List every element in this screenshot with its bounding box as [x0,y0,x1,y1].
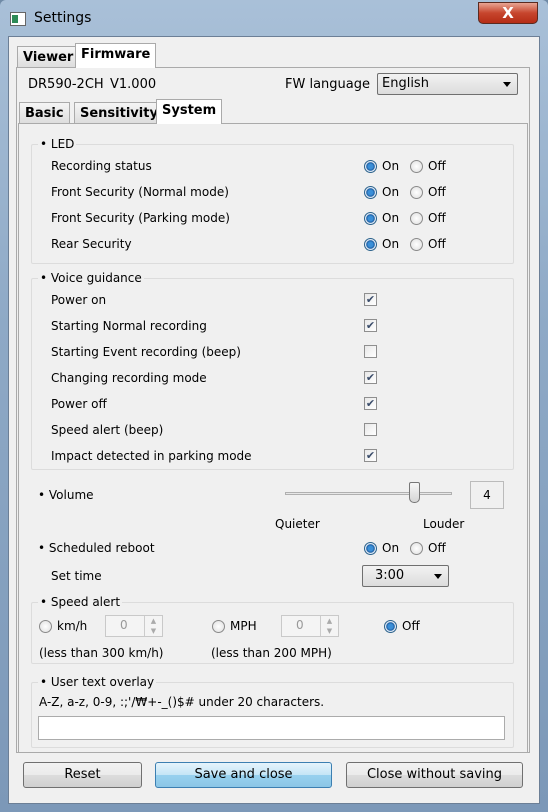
chevron-down-icon [434,574,442,579]
voice-item-checkbox[interactable] [364,345,377,358]
voice-item-label: Impact detected in parking mode [51,449,252,463]
voice-item-checkbox[interactable] [364,423,377,436]
voice-item-checkbox[interactable]: ✔ [364,371,377,384]
tab-firmware[interactable]: Firmware [75,43,157,68]
set-time-select[interactable]: 3:00 [362,565,449,587]
model-name: DR590-2CH [28,77,104,92]
mph-spinner[interactable]: 0 ▲ ▼ [281,615,339,637]
led-off-label: Off [428,185,446,199]
mph-radio[interactable] [212,620,225,633]
voice-item-label: Power on [51,293,107,307]
volume-slider-track[interactable] [285,492,452,495]
speed-off-label: Off [402,619,420,633]
kmh-label: km/h [57,619,88,633]
voice-item-checkbox[interactable]: ✔ [364,319,377,332]
volume-value: 4 [470,481,504,509]
voice-item-label: Starting Normal recording [51,319,207,333]
voice-item-label: Starting Event recording (beep) [51,345,241,359]
led-item-label: Recording status [51,159,152,173]
voice-item-checkbox[interactable]: ✔ [364,293,377,306]
tab-sensitivity[interactable]: Sensitivity [74,102,164,124]
fw-language-label: FW language [285,77,370,92]
mph-value: 0 [296,618,304,632]
led-on-radio[interactable] [364,212,377,225]
close-without-saving-button[interactable]: Close without saving [346,762,523,788]
kmh-radio[interactable] [39,620,52,633]
fw-language-select[interactable]: English [377,73,518,95]
reset-button[interactable]: Reset [23,762,142,788]
fw-language-value: English [382,76,429,91]
led-off-label: Off [428,237,446,251]
chevron-down-icon [503,82,511,87]
led-item-label: Rear Security [51,237,132,251]
reboot-off-label: Off [428,541,446,555]
tab-system[interactable]: System [156,99,223,124]
led-off-label: Off [428,211,446,225]
kmh-spinner[interactable]: 0 ▲ ▼ [105,615,163,637]
voice-item-label: Power off [51,397,107,411]
kmh-note: (less than 300 km/h) [39,646,164,660]
mph-label: MPH [230,619,257,633]
reboot-off-radio[interactable] [410,542,423,555]
overlay-title: • User text overlay [38,675,157,689]
app-icon [10,12,26,26]
mph-note: (less than 200 MPH) [211,646,332,660]
voice-item-label: Changing recording mode [51,371,207,385]
led-on-label: On [382,211,400,225]
quieter-label: Quieter [275,517,320,531]
close-button[interactable]: X [478,2,538,24]
overlay-hint: A-Z, a-z, 0-9, :;'/₩+-_()$# under 20 cha… [39,695,325,709]
voice-item-checkbox[interactable]: ✔ [364,449,377,462]
led-off-radio[interactable] [410,212,423,225]
reboot-on-radio[interactable] [364,542,377,555]
tab-basic[interactable]: Basic [19,102,70,124]
led-on-label: On [382,237,400,251]
speed-alert-title: • Speed alert [38,595,123,609]
set-time-label: Set time [51,569,102,583]
firmware-version: V1.000 [110,77,157,92]
led-off-label: Off [428,159,446,173]
led-on-label: On [382,185,400,199]
led-title: • LED [38,137,77,151]
led-on-radio[interactable] [364,160,377,173]
voice-item-label: Speed alert (beep) [51,423,164,437]
window-title: Settings [34,10,92,26]
led-off-radio[interactable] [410,186,423,199]
spinner-arrows-icon[interactable]: ▲ ▼ [144,616,162,636]
led-item-label: Front Security (Normal mode) [51,185,229,199]
volume-label: • Volume [38,488,94,502]
volume-slider-thumb[interactable] [409,482,420,503]
voice-item-checkbox[interactable]: ✔ [364,397,377,410]
led-item-label: Front Security (Parking mode) [51,211,230,225]
spinner-arrows-icon[interactable]: ▲ ▼ [320,616,338,636]
louder-label: Louder [423,517,465,531]
led-on-radio[interactable] [364,186,377,199]
led-on-radio[interactable] [364,238,377,251]
set-time-value: 3:00 [375,568,405,583]
overlay-text-input[interactable] [38,716,505,740]
kmh-value: 0 [120,618,128,632]
save-and-close-button[interactable]: Save and close [155,762,332,788]
tab-viewer[interactable]: Viewer [17,46,80,68]
reboot-on-label: On [382,541,400,555]
led-on-label: On [382,159,400,173]
voice-title: • Voice guidance [38,271,144,285]
scheduled-reboot-label: • Scheduled reboot [38,541,155,555]
led-off-radio[interactable] [410,238,423,251]
led-off-radio[interactable] [410,160,423,173]
speed-off-radio[interactable] [384,620,397,633]
